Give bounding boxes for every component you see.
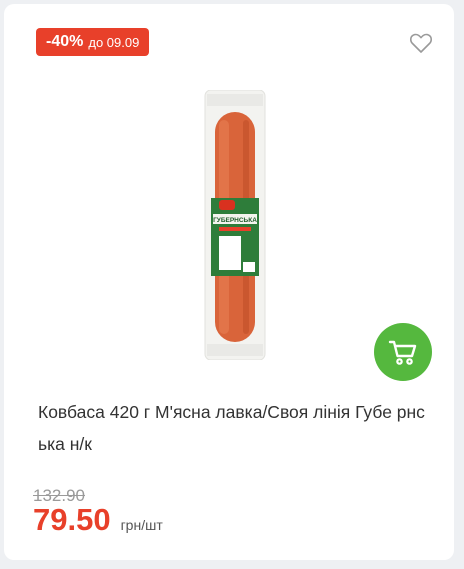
product-title[interactable]: Ковбаса 420 г М'ясна лавка/Своя лінія Гу… [38,396,428,460]
add-to-cart-button[interactable] [374,323,432,381]
price-row: 79.50 грн/шт [33,502,163,538]
price-unit: грн/шт [120,517,163,533]
product-image[interactable]: ГУБЕРНСЬКА [139,89,329,361]
package-label: ГУБЕРНСЬКА [213,217,257,224]
discount-badge: -40% до 09.09 [36,28,150,56]
cart-icon [388,340,417,365]
product-card[interactable]: -40% до 09.09 ГУБЕРНСЬКА Ковбаса 420 г М… [4,4,454,560]
discount-percent: -40% [46,33,84,50]
current-price: 79.50 [33,502,111,537]
discount-until: до 09.09 [88,34,140,50]
heart-outline-icon[interactable] [409,32,433,54]
